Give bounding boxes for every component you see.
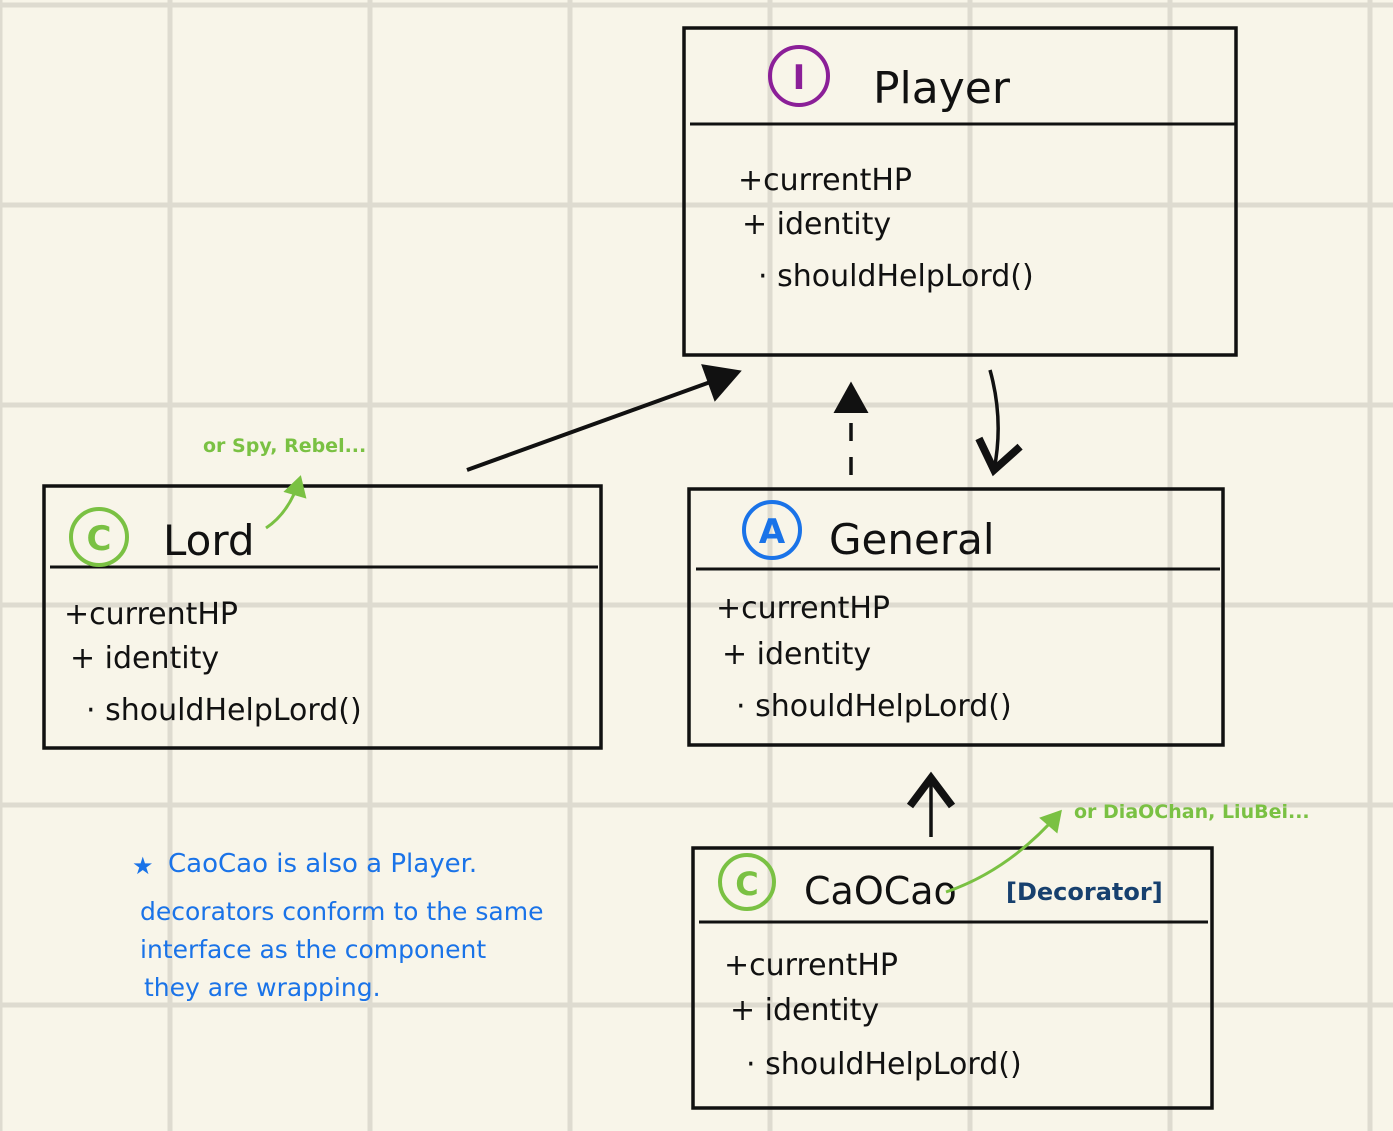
badge-letter: A (759, 512, 786, 552)
attribute-current-hp: +currentHP (64, 597, 238, 632)
interface-badge-icon: I (768, 45, 830, 107)
note-line: they are wrapping. (144, 973, 381, 1002)
class-box-player[interactable]: I Player +currentHP + identity · shouldH… (682, 26, 1238, 357)
note-line: CaoCao is also a Player. (168, 849, 477, 879)
class-name: General (829, 515, 995, 564)
method-should-help-lord: · shouldHelpLord() (746, 1047, 1022, 1082)
method-should-help-lord: · shouldHelpLord() (86, 693, 362, 728)
class-name: Lord (163, 516, 255, 565)
star-icon: ★ (132, 852, 154, 880)
uml-diagram-canvas: I Player +currentHP + identity · shouldH… (0, 0, 1393, 1131)
badge-letter: C (87, 519, 112, 559)
attribute-identity: + identity (730, 993, 879, 1028)
attribute-identity: + identity (742, 207, 891, 242)
decorator-explanation-note: ★ CaoCao is also a Player. decorators co… (132, 849, 543, 1002)
class-badge-icon: C (69, 507, 129, 567)
note-line: decorators conform to the same (140, 897, 543, 926)
caocao-alternatives-note: or DiaOChan, LiuBei... (1074, 801, 1310, 823)
attribute-current-hp: +currentHP (716, 591, 890, 626)
class-name: CaOCao (804, 869, 957, 913)
class-badge-icon: C (718, 853, 776, 911)
attribute-identity: + identity (70, 641, 219, 676)
decorator-stereotype-tag: [Decorator] (1006, 878, 1163, 906)
general-has-player-arrow (975, 369, 1023, 477)
attribute-current-hp: +currentHP (724, 948, 898, 983)
class-name: Player (873, 63, 1011, 114)
lord-alternatives-note: or Spy, Rebel... (203, 435, 366, 457)
attribute-identity: + identity (722, 637, 871, 672)
note-line: interface as the component (140, 935, 486, 964)
method-should-help-lord: · shouldHelpLord() (758, 259, 1034, 294)
class-box-general[interactable]: A General +currentHP + identity · should… (687, 487, 1225, 747)
attribute-current-hp: +currentHP (738, 163, 912, 198)
method-should-help-lord: · shouldHelpLord() (736, 689, 1012, 724)
class-box-lord[interactable]: C Lord +currentHP + identity · shouldHel… (42, 484, 603, 750)
badge-letter: I (793, 58, 806, 98)
lord-implements-player-arrow (466, 364, 742, 472)
badge-letter: C (735, 865, 758, 903)
